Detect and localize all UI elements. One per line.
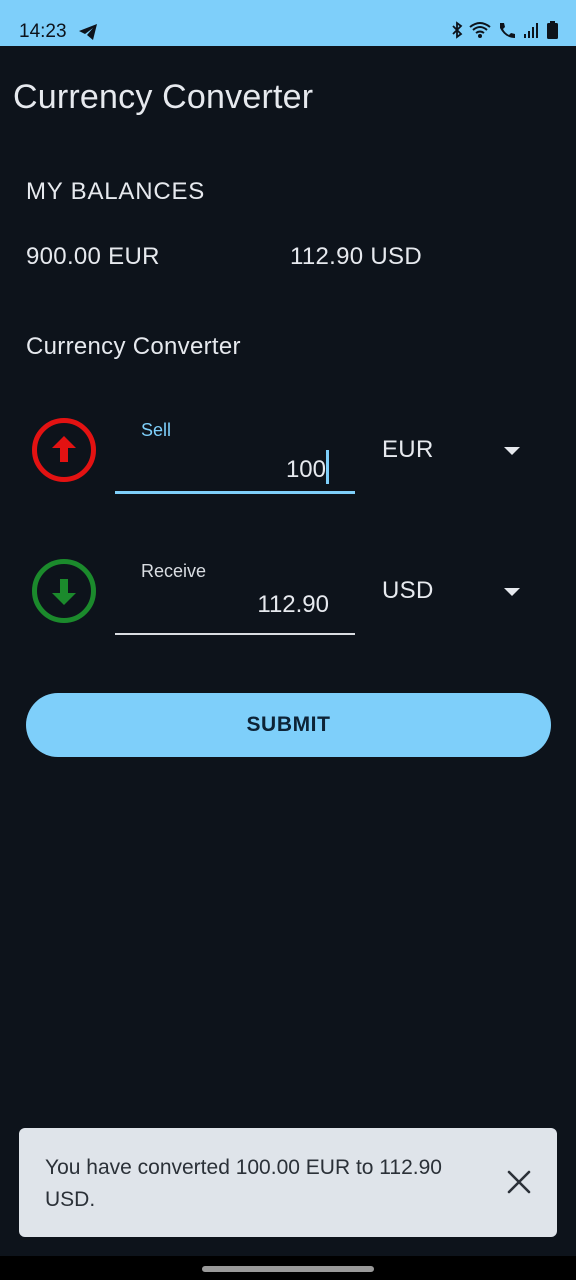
sell-amount-value: 100 <box>285 456 326 483</box>
sell-currency-dropdown[interactable]: EUR <box>382 434 522 474</box>
sell-currency-code: EUR <box>382 436 434 463</box>
telegram-icon <box>78 23 98 47</box>
receive-amount-value[interactable]: 112.90 <box>257 591 329 619</box>
close-icon[interactable] <box>503 1166 535 1198</box>
wifi-icon <box>469 21 491 46</box>
balances-heading: MY BALANCES <box>26 178 206 205</box>
submit-button[interactable]: SUBMIT <box>26 693 551 757</box>
home-indicator[interactable] <box>202 1266 374 1272</box>
snackbar-message: You have converted 100.00 EUR to 112.90 … <box>45 1156 442 1211</box>
sell-label: Sell <box>141 420 172 440</box>
balance-usd: 112.90 USD <box>290 243 422 270</box>
sell-amount-input[interactable]: 100 <box>286 450 329 484</box>
receive-amount-field[interactable]: Receive 112.90 <box>115 553 355 635</box>
sell-arrow-up-icon <box>32 418 96 482</box>
signal-icon <box>523 21 541 46</box>
receive-currency-dropdown[interactable]: USD <box>382 575 522 615</box>
text-cursor <box>326 450 329 484</box>
status-bar: 14:23 <box>0 0 576 46</box>
call-icon <box>497 21 517 46</box>
receive-arrow-down-icon <box>32 559 96 623</box>
converter-heading: Currency Converter <box>26 333 241 360</box>
sell-amount-field[interactable]: Sell 100 <box>115 412 355 494</box>
bluetooth-icon <box>451 21 463 46</box>
status-time: 14:23 <box>19 21 67 42</box>
app-title: Currency Converter <box>13 78 314 116</box>
dropdown-arrow-icon <box>504 588 520 596</box>
battery-icon <box>547 21 558 46</box>
dropdown-arrow-icon <box>504 447 520 455</box>
receive-label: Receive <box>141 561 207 581</box>
status-icons <box>451 21 558 46</box>
balance-eur: 900.00 EUR <box>26 243 160 270</box>
snackbar: You have converted 100.00 EUR to 112.90 … <box>19 1128 557 1237</box>
receive-currency-code: USD <box>382 577 434 604</box>
